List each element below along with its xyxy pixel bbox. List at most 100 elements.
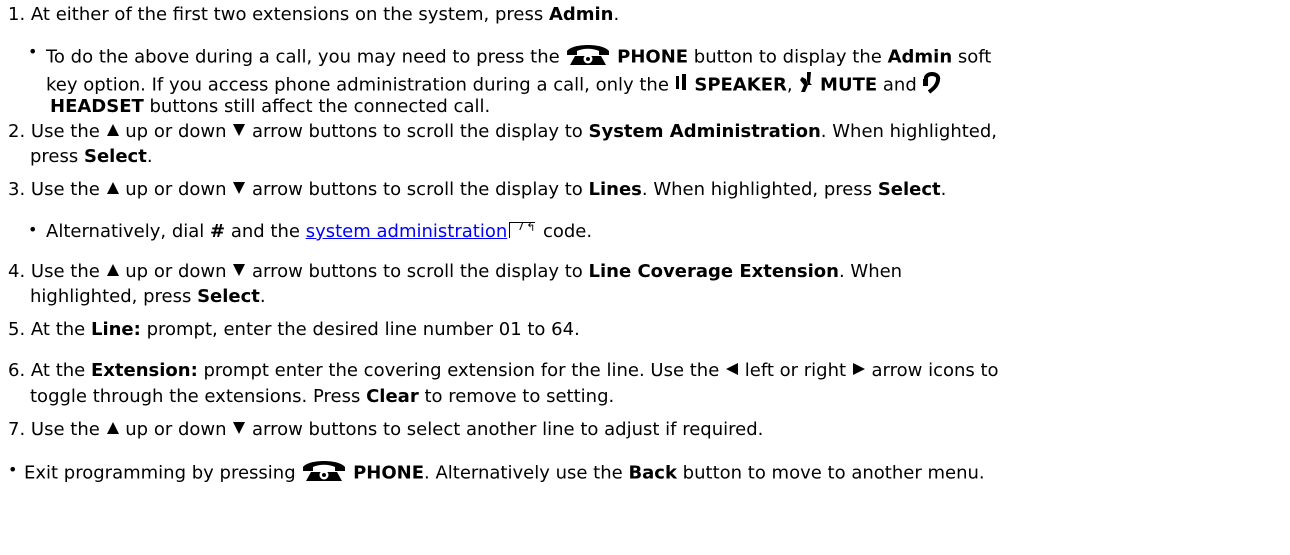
step-2-line-2: press Select.	[30, 145, 153, 169]
note-text: and	[877, 74, 923, 96]
step-text: . When highlighted, press	[641, 179, 878, 200]
headset-label: HEADSET	[50, 96, 144, 117]
step-text: Use the	[30, 261, 106, 282]
note-text: and the	[225, 221, 306, 242]
exit-instruction: Exit programming by pressing PHONE. Alte…	[24, 458, 985, 489]
clear-label: Clear	[366, 386, 419, 407]
bullet-icon: •	[8, 460, 18, 479]
phone-label: PHONE	[617, 46, 689, 68]
step-text: Use the	[30, 121, 106, 142]
step-text: At either of the first two extensions on…	[30, 4, 549, 25]
step-text: prompt, enter the desired line number 01…	[140, 319, 580, 340]
step-1-note-line-3: HEADSET buttons still affect the connect…	[50, 95, 490, 119]
admin-label: Admin	[548, 4, 614, 25]
page-reference[interactable]: 7 ↰	[509, 220, 537, 240]
bullet-icon: •	[28, 42, 38, 61]
step-text: to remove to setting.	[418, 386, 615, 407]
step-text: left or right	[739, 360, 852, 381]
phone-label: PHONE	[353, 462, 425, 484]
step-text: prompt enter the covering extension for …	[197, 360, 726, 381]
headset-icon	[922, 70, 942, 101]
step-text-end: .	[613, 4, 620, 25]
note-text: soft	[952, 46, 992, 68]
step-2: 2. Use the up or down arrow buttons to s…	[8, 120, 997, 144]
step-text: At the	[30, 319, 91, 340]
note-text: Alternatively, dial	[46, 221, 211, 242]
select-label: Select	[197, 286, 260, 307]
step-number: 3.	[8, 179, 26, 200]
step-1-note-line-1: To do the above during a call, you may n…	[46, 42, 991, 73]
step-text: arrow buttons to select another line to …	[246, 419, 764, 440]
phone-icon	[301, 458, 347, 489]
step-number: 5.	[8, 319, 26, 340]
note-text: To do the above during a call, you may n…	[46, 46, 566, 68]
step-6: 6. At the Extension: prompt enter the co…	[8, 359, 999, 383]
step-text: highlighted, press	[30, 286, 198, 307]
step-3-note: Alternatively, dial # and the system adm…	[46, 220, 592, 244]
step-number: 7.	[8, 419, 26, 440]
step-text: press	[30, 146, 84, 167]
down-arrow-icon	[232, 260, 246, 284]
back-label: Back	[628, 462, 677, 484]
step-1: 1. At either of the first two extensions…	[8, 3, 619, 27]
down-arrow-icon	[232, 178, 246, 202]
step-number: 1.	[8, 4, 26, 25]
note-text: buttons still affect the connected call.	[143, 96, 491, 117]
step-text: . When highlighted,	[820, 121, 998, 142]
step-number: 2.	[8, 121, 26, 142]
bullet-icon: •	[28, 220, 38, 239]
step-4-line-2: highlighted, press Select.	[30, 285, 266, 309]
step-text: arrow buttons to scroll the display to	[246, 179, 589, 200]
step-3: 3. Use the up or down arrow buttons to s…	[8, 178, 946, 202]
hash-key: #	[210, 221, 226, 242]
step-number: 4.	[8, 261, 26, 282]
note-text: key option. If you access phone administ…	[46, 74, 675, 96]
select-label: Select	[83, 146, 147, 167]
note-text: button to display the	[688, 46, 888, 68]
step-text: toggle through the extensions. Press	[30, 386, 367, 407]
select-label: Select	[877, 179, 941, 200]
phone-icon	[565, 42, 611, 73]
system-administration-link[interactable]: system administration	[306, 221, 508, 242]
step-number: 6.	[8, 360, 26, 381]
line-prompt-label: Line:	[90, 319, 141, 340]
step-text: .	[259, 286, 266, 307]
menu-target: Lines	[588, 179, 642, 200]
menu-target: System Administration	[588, 121, 821, 142]
mute-label: MUTE	[820, 74, 878, 96]
page-reference-number: 7	[517, 220, 525, 233]
menu-target: Line Coverage Extension	[588, 261, 839, 282]
external-link-icon: ↰	[526, 221, 536, 234]
extension-prompt-label: Extension:	[90, 360, 198, 381]
step-text: arrow buttons to scroll the display to	[246, 261, 589, 282]
speaker-label: SPEAKER	[694, 74, 787, 96]
step-6-line-2: toggle through the extensions. Press Cle…	[30, 385, 614, 409]
mute-icon	[798, 71, 814, 100]
step-7: 7. Use the up or down arrow buttons to s…	[8, 418, 763, 442]
step-text: up or down	[119, 419, 233, 440]
step-text: At the	[30, 360, 91, 381]
note-text: code.	[537, 221, 593, 242]
down-arrow-icon	[232, 120, 246, 144]
step-text: arrow buttons to scroll the display to	[246, 121, 589, 142]
up-arrow-icon	[106, 120, 120, 144]
step-text: up or down	[119, 261, 233, 282]
exit-text: Exit programming by pressing	[24, 462, 302, 484]
step-text: . When	[838, 261, 903, 282]
step-text: .	[940, 179, 947, 200]
right-arrow-icon	[852, 359, 866, 383]
note-text: ,	[786, 74, 799, 96]
step-4: 4. Use the up or down arrow buttons to s…	[8, 260, 902, 284]
exit-text: button to move to another menu.	[676, 462, 985, 484]
step-text: up or down	[119, 121, 233, 142]
speaker-icon	[675, 73, 689, 98]
step-text: .	[146, 146, 153, 167]
step-text: Use the	[30, 419, 106, 440]
exit-text: . Alternatively use the	[424, 462, 629, 484]
up-arrow-icon	[106, 418, 120, 442]
step-text: up or down	[119, 179, 233, 200]
up-arrow-icon	[106, 178, 120, 202]
step-5: 5. At the Line: prompt, enter the desire…	[8, 318, 580, 342]
admin-label: Admin	[887, 46, 953, 68]
down-arrow-icon	[232, 418, 246, 442]
